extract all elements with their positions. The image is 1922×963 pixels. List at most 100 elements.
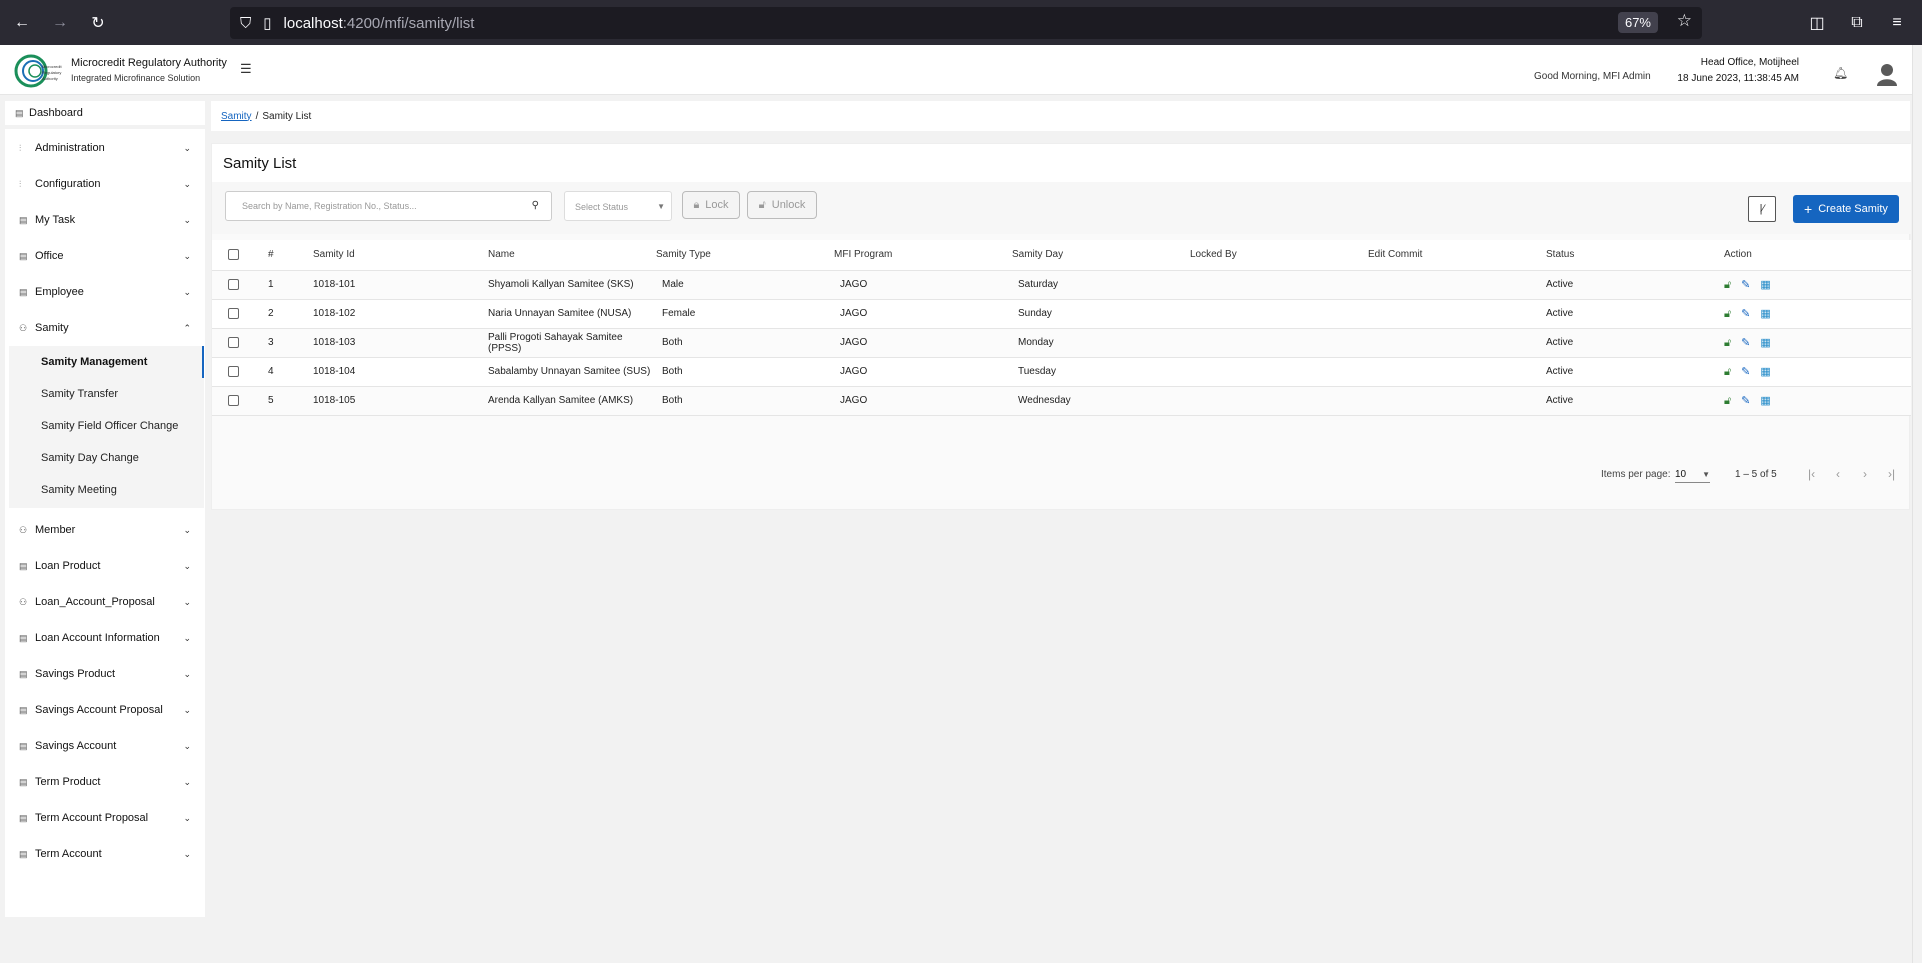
previous-page-icon[interactable]: ‹ [1836, 467, 1840, 481]
cell-mfi-program: JAGO [834, 386, 1012, 416]
brand-title: Microcredit Regulatory Authority [71, 57, 227, 69]
notification-bell-icon[interactable]: 🔔︎ [1833, 66, 1848, 80]
sidebar-item-configuration[interactable]: ⫶ Configuration ⌄ [5, 169, 205, 199]
vertical-scrollbar[interactable] [1912, 45, 1922, 963]
first-page-icon[interactable]: |‹ [1808, 467, 1815, 481]
sidebar-item-member[interactable]: ⚇ Member ⌄ [5, 515, 205, 545]
cell-number: 5 [268, 386, 313, 416]
sidebar-item-administration[interactable]: ⫶ Administration ⌄ [5, 133, 205, 163]
pocket-icon[interactable]: ◫ [1802, 13, 1832, 33]
current-datetime: 18 June 2023, 11:38:45 AM [1677, 73, 1799, 84]
extensions-icon[interactable]: ⧉ [1842, 14, 1872, 32]
unlock-action-icon[interactable]: 🔓︎ [1724, 279, 1731, 291]
sidebar-item-my-task[interactable]: ▤ My Task ⌄ [5, 205, 205, 235]
submenu-samity-management[interactable]: Samity Management [9, 346, 204, 378]
col-header-edit-commit[interactable]: Edit Commit [1368, 240, 1546, 271]
last-page-icon[interactable]: ›| [1888, 467, 1895, 481]
row-checkbox[interactable] [228, 365, 239, 377]
edit-action-icon[interactable]: ✎ [1741, 308, 1750, 320]
cell-samity-id: 1018-102 [313, 299, 488, 329]
details-action-icon[interactable]: ▦ [1760, 337, 1770, 349]
bookmark-star-icon[interactable]: ☆ [1677, 11, 1692, 31]
menu-icon[interactable]: ≡ [1882, 14, 1912, 32]
edit-action-icon[interactable]: ✎ [1741, 395, 1750, 407]
submenu-samity-field-officer-change[interactable]: Samity Field Officer Change [9, 410, 204, 442]
details-action-icon[interactable]: ▦ [1760, 279, 1770, 291]
sidebar-item-term-account[interactable]: ▤ Term Account ⌄ [5, 839, 205, 869]
savings-icon: ▤ [19, 740, 28, 751]
col-header-samity-day[interactable]: Samity Day [1012, 240, 1190, 271]
cell-mfi-program: JAGO [834, 357, 1012, 387]
sidebar-item-term-product[interactable]: ▤ Term Product ⌄ [5, 767, 205, 797]
sidebar-item-label: Loan Product [35, 560, 101, 572]
col-header-status[interactable]: Status [1546, 240, 1724, 271]
edit-action-icon[interactable]: ✎ [1741, 366, 1750, 378]
col-header-name[interactable]: Name [488, 240, 656, 271]
sidebar-item-savings-account[interactable]: ▤ Savings Account ⌄ [5, 731, 205, 761]
hamburger-menu-icon[interactable]: ☰ [240, 61, 254, 76]
sidebar-item-loan-account-information[interactable]: ▤ Loan Account Information ⌄ [5, 623, 205, 653]
unlock-action-icon[interactable]: 🔓︎ [1724, 308, 1731, 320]
row-select-cell [212, 328, 268, 358]
sidebar-item-loan-account-proposal[interactable]: ⚇ Loan_Account_Proposal ⌄ [5, 587, 205, 617]
submenu-samity-meeting[interactable]: Samity Meeting [9, 474, 204, 506]
status-select[interactable]: Select Status ▼ [564, 191, 672, 221]
sidebar-item-savings-account-proposal[interactable]: ▤ Savings Account Proposal ⌄ [5, 695, 205, 725]
unlock-action-icon[interactable]: 🔓︎ [1724, 337, 1731, 349]
row-checkbox[interactable] [228, 336, 239, 348]
sidebar: ▤ Dashboard ⫶ Administration ⌄ ⫶ Configu… [5, 101, 205, 917]
sidebar-item-term-account-proposal[interactable]: ▤ Term Account Proposal ⌄ [5, 803, 205, 833]
select-all-checkbox[interactable] [228, 249, 239, 261]
forward-icon[interactable]: → [44, 7, 76, 39]
chevron-down-icon: ⌄ [183, 632, 191, 643]
create-samity-button[interactable]: + Create Samity [1793, 195, 1899, 223]
sidebar-item-office[interactable]: ▤ Office ⌄ [5, 241, 205, 271]
sidebar-item-loan-product[interactable]: ▤ Loan Product ⌄ [5, 551, 205, 581]
details-action-icon[interactable]: ▦ [1760, 395, 1770, 407]
cell-samity-day: Tuesday [1012, 357, 1190, 387]
row-checkbox[interactable] [228, 278, 239, 290]
row-checkbox[interactable] [228, 307, 239, 319]
list-toolbar: Search by Name, Registration No., Status… [212, 182, 1911, 234]
col-header-samity-id[interactable]: Samity Id [313, 240, 488, 271]
reload-icon[interactable]: ↻ [82, 7, 114, 39]
lock-button[interactable]: 🔒︎ Lock [682, 191, 740, 219]
sidebar-item-samity[interactable]: ⚇ Samity ⌃ [5, 313, 205, 343]
chevron-down-icon: ⌄ [183, 704, 191, 715]
col-header-samity-type[interactable]: Samity Type [656, 240, 834, 271]
next-page-icon[interactable]: › [1863, 467, 1867, 481]
unlock-label: Unlock [771, 199, 806, 211]
edit-action-icon[interactable]: ✎ [1741, 337, 1750, 349]
search-icon[interactable]: ⚲ [532, 200, 539, 211]
user-avatar[interactable] [1876, 62, 1898, 86]
breadcrumb-samity-link[interactable]: Samity [221, 111, 252, 122]
search-input[interactable]: Search by Name, Registration No., Status… [225, 191, 552, 221]
zoom-level[interactable]: 67% [1617, 12, 1658, 33]
sidebar-item-label: Term Account Proposal [35, 812, 149, 824]
address-bar[interactable]: ⛉ ▯ localhost:4200/mfi/samity/list 67% ☆ [230, 7, 1702, 39]
row-checkbox[interactable] [228, 394, 239, 406]
cell-samity-id: 1018-104 [313, 357, 488, 387]
cell-locked-by [1190, 386, 1368, 416]
cell-samity-type: Female [656, 299, 834, 329]
cell-samity-type: Both [656, 357, 834, 387]
sidebar-item-dashboard[interactable]: ▤ Dashboard [5, 101, 205, 129]
breadcrumb: Samity / Samity List [211, 101, 1910, 131]
details-action-icon[interactable]: ▦ [1760, 366, 1770, 378]
col-header-mfi-program[interactable]: MFI Program [834, 240, 1012, 271]
col-header-locked-by[interactable]: Locked By [1190, 240, 1368, 271]
back-icon[interactable]: ← [6, 7, 38, 39]
savings-icon: ▤ [19, 704, 28, 715]
sidebar-item-employee[interactable]: ▤ Employee ⌄ [5, 277, 205, 307]
unlock-action-icon[interactable]: 🔓︎ [1724, 395, 1731, 407]
submenu-samity-day-change[interactable]: Samity Day Change [9, 442, 204, 474]
unlock-action-icon[interactable]: 🔓︎ [1724, 366, 1731, 378]
edit-action-icon[interactable]: ✎ [1741, 279, 1750, 291]
cell-name: Shyamoli Kallyan Samitee (SKS) [488, 270, 656, 300]
column-toggle-icon[interactable]: |⁄ [1748, 196, 1776, 222]
sidebar-item-savings-product[interactable]: ▤ Savings Product ⌄ [5, 659, 205, 689]
submenu-samity-transfer[interactable]: Samity Transfer [9, 378, 204, 410]
details-action-icon[interactable]: ▦ [1760, 308, 1770, 320]
page-size-select[interactable]: 10 ▼ [1675, 469, 1710, 483]
unlock-button[interactable]: 🔓︎ Unlock [747, 191, 817, 219]
